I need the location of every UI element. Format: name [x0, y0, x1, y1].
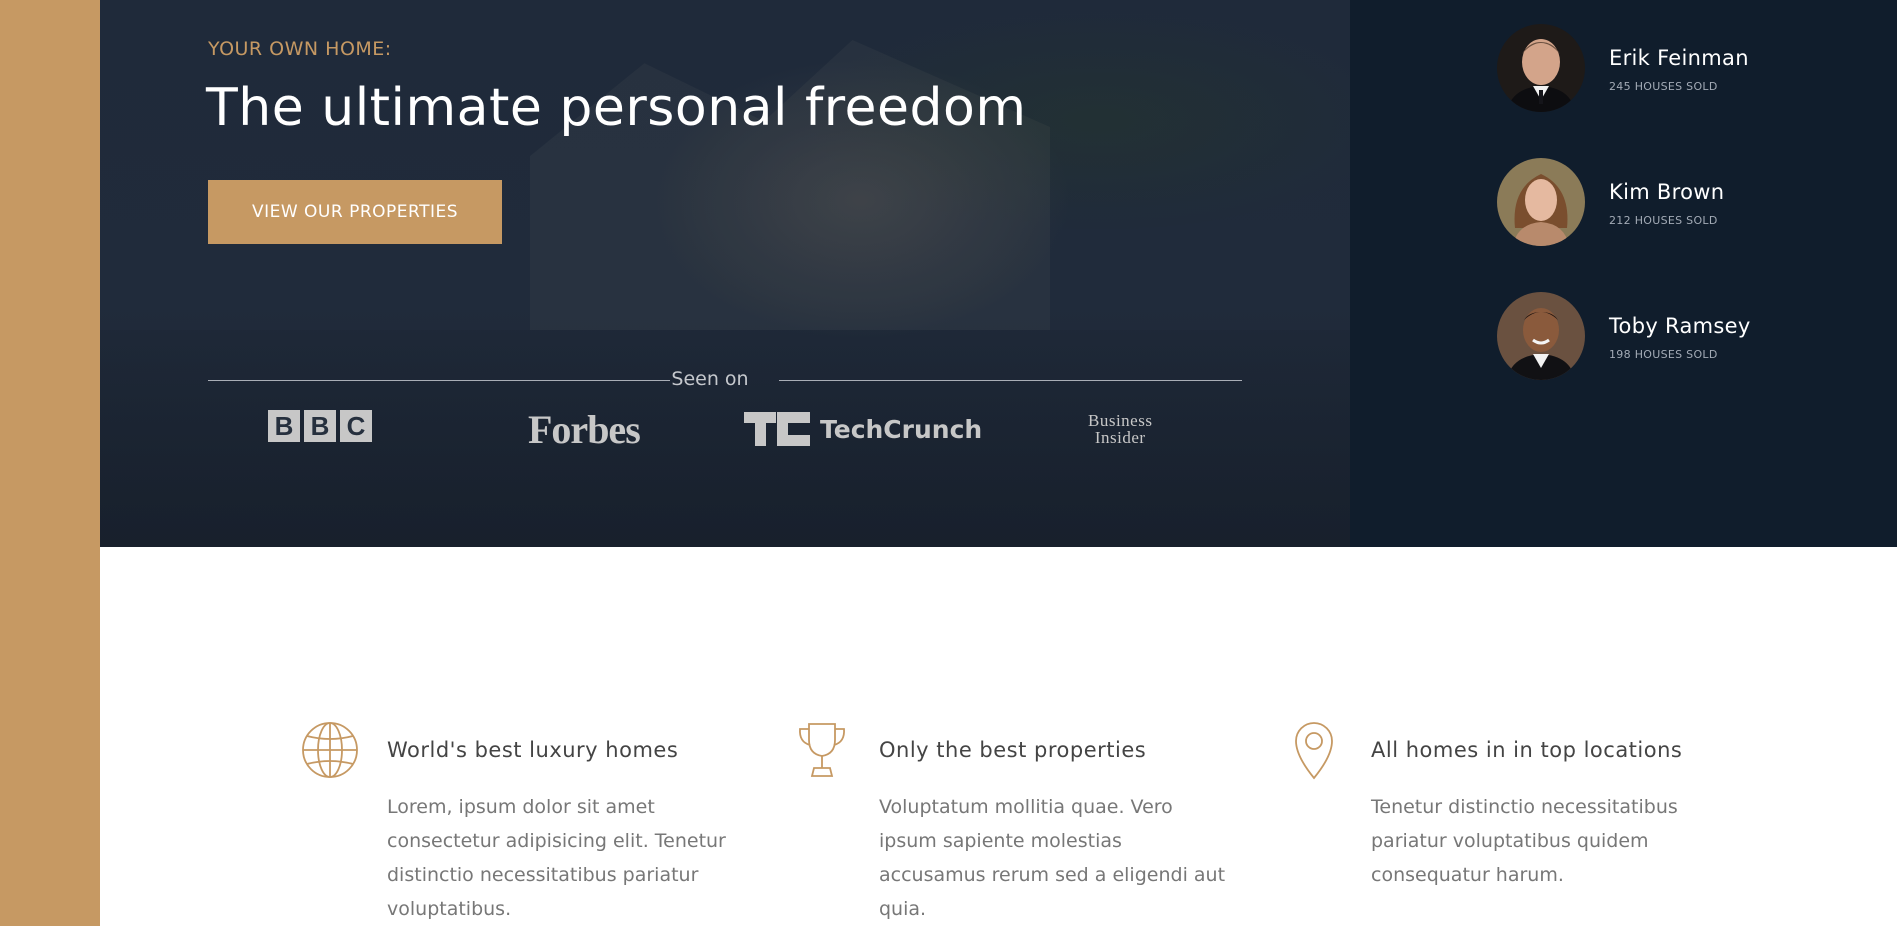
- business-insider-line1: Business: [1088, 411, 1153, 430]
- business-insider-logo: Business Insider: [1088, 412, 1152, 446]
- bbc-logo-letter: B: [268, 410, 300, 442]
- agent-houses-sold: 245 HOUSES SOLD: [1609, 80, 1718, 93]
- view-properties-button[interactable]: VIEW OUR PROPERTIES: [208, 180, 502, 244]
- agent-houses-sold: 198 HOUSES SOLD: [1609, 348, 1718, 361]
- bbc-logo-letter: B: [304, 410, 336, 442]
- business-insider-line2: Insider: [1094, 428, 1146, 447]
- avatar: [1497, 158, 1585, 246]
- hero-title: The ultimate personal freedom: [206, 78, 1027, 138]
- techcrunch-wordmark: TechCrunch: [820, 414, 983, 444]
- avatar: [1497, 292, 1585, 380]
- agent-name: Kim Brown: [1609, 180, 1725, 204]
- agent-card[interactable]: Erik Feinman 245 HOUSES SOLD: [1497, 24, 1877, 114]
- feature-title: World's best luxury homes: [387, 738, 679, 762]
- hero-section: YOUR OWN HOME: The ultimate personal fre…: [100, 0, 1350, 547]
- trophy-icon: [792, 720, 852, 780]
- feature-top-locations: All homes in in top locations Tenetur di…: [1284, 720, 1724, 930]
- map-pin-icon: [1284, 720, 1344, 780]
- agent-name: Toby Ramsey: [1609, 314, 1751, 338]
- bbc-logo-letter: C: [340, 410, 372, 442]
- techcrunch-mark-icon: [744, 412, 810, 446]
- avatar: [1497, 24, 1585, 112]
- feature-luxury-homes: World's best luxury homes Lorem, ipsum d…: [300, 720, 740, 930]
- side-accent-strip: [0, 0, 100, 926]
- agent-card[interactable]: Kim Brown 212 HOUSES SOLD: [1497, 158, 1877, 248]
- feature-text: Voluptatum mollitia quae. Vero ipsum sap…: [879, 796, 1226, 920]
- agent-card[interactable]: Toby Ramsey 198 HOUSES SOLD: [1497, 292, 1877, 382]
- seen-on-label: Seen on: [671, 368, 749, 390]
- seen-on-divider-right: [779, 380, 1242, 381]
- forbes-logo: Forbes: [528, 407, 641, 452]
- agent-name: Erik Feinman: [1609, 46, 1749, 70]
- bbc-logo: B B C: [268, 410, 372, 442]
- globe-icon: [300, 720, 360, 780]
- feature-title: All homes in in top locations: [1371, 738, 1683, 762]
- seen-on-divider-left: [208, 380, 670, 381]
- techcrunch-logo: TechCrunch: [744, 412, 982, 446]
- feature-best-properties: Only the best properties Voluptatum moll…: [792, 720, 1232, 930]
- top-agents-panel: Erik Feinman 245 HOUSES SOLD Kim Brown 2…: [1350, 0, 1897, 547]
- feature-text: Tenetur distinctio necessitatibus pariat…: [1371, 796, 1678, 886]
- hero-subtitle: YOUR OWN HOME:: [208, 38, 392, 60]
- feature-title: Only the best properties: [879, 738, 1147, 762]
- agent-houses-sold: 212 HOUSES SOLD: [1609, 214, 1718, 227]
- feature-text: Lorem, ipsum dolor sit amet consectetur …: [387, 796, 726, 920]
